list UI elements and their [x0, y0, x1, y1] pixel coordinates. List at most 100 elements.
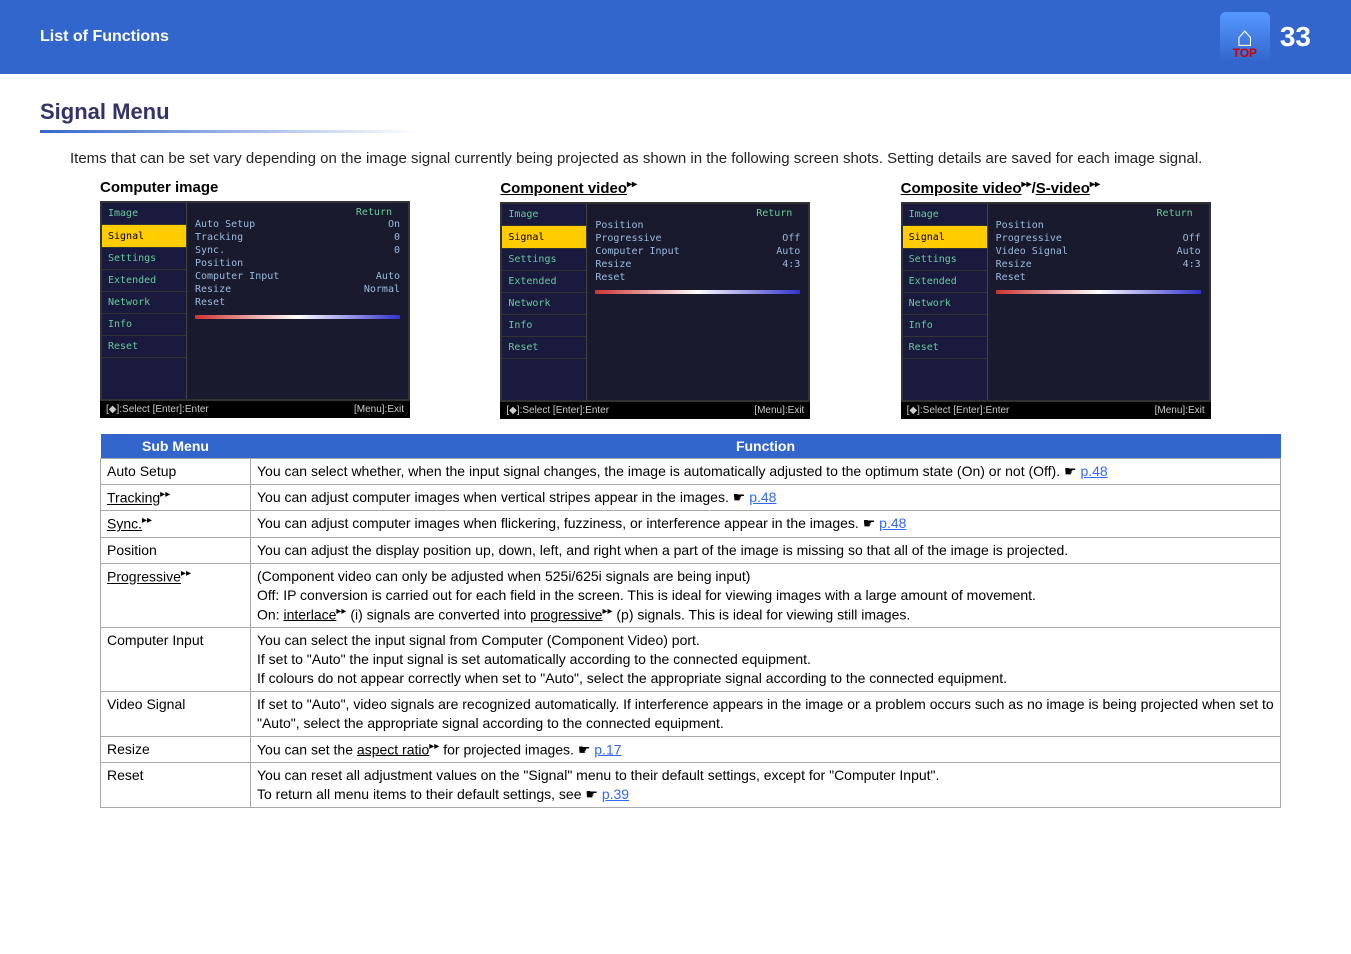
menu-nav-item: Network	[502, 293, 586, 315]
reference-icon: ☛	[733, 489, 749, 505]
glossary-term[interactable]: progressive	[530, 606, 602, 622]
sub-menu-cell: Sync.▸▸	[101, 511, 251, 538]
func-text: You can adjust the display position up, …	[257, 542, 1068, 558]
intro-paragraph: Items that can be set vary depending on …	[70, 148, 1311, 169]
menu-nav-item: Reset	[502, 337, 586, 359]
func-text: (Component video can only be adjusted wh…	[257, 568, 750, 584]
enter-icon	[947, 231, 959, 243]
func-text: You can set the	[257, 741, 357, 757]
composite-video-block: Composite video▸▸/S-video▸▸ ImageSignalS…	[901, 179, 1281, 419]
menu-option-row: Progressive Off	[996, 232, 1201, 245]
title-underline	[40, 130, 420, 133]
func-text: You can reset all adjustment values on t…	[257, 767, 939, 783]
component-video-block: Component video▸▸ ImageSignalSettingsExt…	[500, 179, 880, 419]
sub-menu-cell: Progressive▸▸	[101, 563, 251, 627]
reference-icon: ☛	[578, 741, 594, 757]
func-text: To return all menu items to their defaul…	[257, 786, 585, 802]
footer-exit: [Menu]:Exit	[754, 405, 804, 416]
reference-icon: ☛	[585, 786, 601, 802]
top-logo[interactable]: ⌂ TOP	[1220, 12, 1270, 62]
opt-val: 0	[394, 245, 400, 256]
glossary-icon: ▸▸	[181, 568, 191, 579]
computer-image-block: Computer image ImageSignalSettingsExtend…	[100, 179, 480, 419]
enter-icon	[146, 230, 158, 242]
top-label: TOP	[1233, 46, 1257, 60]
footer-select: [◆]:Select [Enter]:Enter	[907, 405, 1010, 416]
reference-icon: ☛	[863, 515, 879, 531]
menu-nav-item: Signal	[102, 225, 186, 248]
sub-menu-cell: Tracking▸▸	[101, 484, 251, 511]
page-link[interactable]: p.48	[749, 489, 776, 505]
function-cell: You can adjust the display position up, …	[251, 537, 1281, 563]
menu-nav-item: Info	[903, 315, 987, 337]
menu-nav-item: Signal	[502, 226, 586, 249]
menu-option-row: Sync. 0	[195, 244, 400, 257]
opt-name: Position	[996, 220, 1044, 231]
col-sub-menu: Sub Menu	[101, 434, 251, 459]
menu-footer: [◆]:Select [Enter]:Enter [Menu]:Exit	[100, 401, 410, 418]
glossary-icon: ▸▸	[1022, 179, 1032, 190]
menu-nav-item: Extended	[903, 271, 987, 293]
glossary-term[interactable]: aspect ratio	[357, 741, 429, 757]
page-link[interactable]: p.48	[1080, 463, 1107, 479]
function-cell: (Component video can only be adjusted wh…	[251, 563, 1281, 627]
opt-val: Off	[1183, 233, 1201, 244]
func-text: Off: IP conversion is carried out for ea…	[257, 587, 1036, 603]
page-header: List of Functions ⌂ TOP 33	[0, 0, 1351, 74]
func-text: If set to "Auto", video signals are reco…	[257, 696, 1274, 731]
opt-name: Position	[195, 258, 243, 269]
opt-val: Off	[782, 233, 800, 244]
menu-option-row: ResizeNormal	[195, 283, 400, 296]
glossary-icon: ▸▸	[602, 606, 612, 617]
screenshot-row: Computer image ImageSignalSettingsExtend…	[100, 179, 1281, 419]
menu-option-row: Position	[595, 219, 800, 232]
table-row: PositionYou can adjust the display posit…	[101, 537, 1281, 563]
page-link[interactable]: p.39	[602, 786, 629, 802]
menu-nav-item: Network	[903, 293, 987, 315]
menu-option-row: Video SignalAuto	[996, 245, 1201, 258]
table-row: Tracking▸▸ You can adjust computer images…	[101, 484, 1281, 511]
opt-name: Progressive	[996, 233, 1062, 244]
opt-name: Position	[595, 220, 643, 231]
function-cell: If set to "Auto", video signals are reco…	[251, 691, 1281, 736]
func-text: You can select whether, when the input s…	[257, 463, 1064, 479]
function-cell: You can reset all adjustment values on t…	[251, 763, 1281, 808]
func-text: for projected images.	[439, 741, 578, 757]
computer-menu-screenshot: ImageSignalSettingsExtendedNetworkInfoRe…	[100, 201, 410, 401]
composite-menu-screenshot: ImageSignalSettingsExtendedNetworkInfoRe…	[901, 202, 1211, 402]
func-text: You can adjust computer images when vert…	[257, 489, 733, 505]
svideo-label[interactable]: S-video	[1036, 180, 1090, 197]
table-row: Computer Input You can select the input s…	[101, 628, 1281, 692]
glossary-term[interactable]: interlace	[283, 606, 336, 622]
page-link[interactable]: p.17	[594, 741, 621, 757]
glossary-term[interactable]: Sync.	[107, 516, 142, 532]
menu-option-row: Resize4:3	[996, 258, 1201, 271]
menu-nav-item: Settings	[102, 248, 186, 270]
func-text: You can select the input signal from Com…	[257, 632, 700, 648]
page-link[interactable]: p.48	[879, 515, 906, 531]
footer-select: [◆]:Select [Enter]:Enter	[506, 405, 609, 416]
opt-val: On	[388, 219, 400, 230]
opt-name: Reset	[595, 272, 625, 283]
table-row: Progressive▸▸(Component video can only b…	[101, 563, 1281, 627]
sub-menu-cell: Computer Input	[101, 628, 251, 692]
menu-nav-item: Settings	[903, 249, 987, 271]
menu-footer: [◆]:Select [Enter]:Enter [Menu]:Exit	[500, 402, 810, 419]
menu-option-row: Reset	[595, 271, 800, 284]
component-label-text[interactable]: Component video	[500, 180, 627, 197]
function-cell: You can select whether, when the input s…	[251, 459, 1281, 485]
composite-label-a[interactable]: Composite video	[901, 180, 1022, 197]
table-row: Sync.▸▸You can adjust computer images wh…	[101, 511, 1281, 538]
opt-name: Sync.	[195, 245, 225, 256]
function-table: Sub Menu Function Auto SetupYou can sele…	[100, 434, 1281, 808]
func-text: If set to "Auto" the input signal is set…	[257, 651, 811, 667]
menu-nav-item: Image	[102, 203, 186, 225]
glossary-term[interactable]: Tracking	[107, 490, 160, 506]
glossary-term[interactable]: Progressive	[107, 569, 181, 585]
glossary-icon: ▸▸	[627, 179, 637, 190]
opt-name: Resize	[195, 284, 231, 295]
menu-nav-item: Info	[502, 315, 586, 337]
func-text: If colours do not appear correctly when …	[257, 670, 1007, 686]
composite-video-label: Composite video▸▸/S-video▸▸	[901, 179, 1281, 197]
return-label: Return	[595, 208, 800, 219]
